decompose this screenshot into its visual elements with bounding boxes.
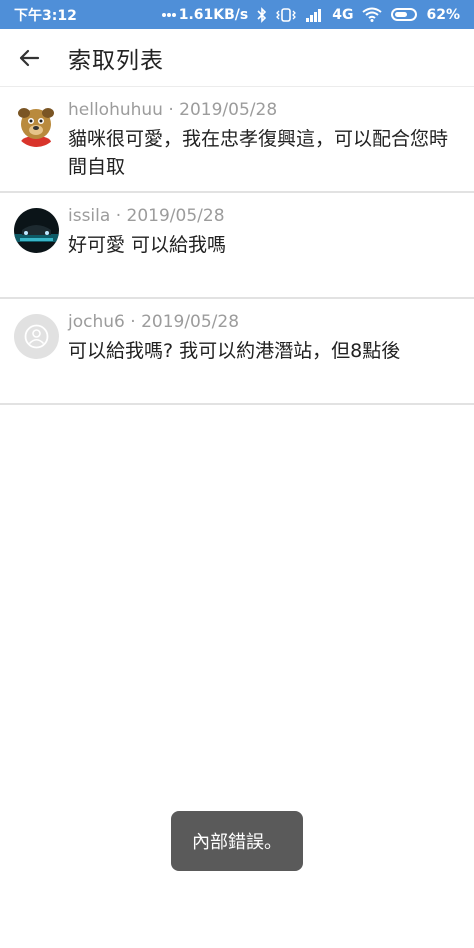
avatar[interactable] bbox=[14, 208, 59, 253]
network-speed: 1.61KB/s bbox=[178, 6, 249, 23]
avatar[interactable] bbox=[14, 102, 59, 147]
request-username: hellohuhuu bbox=[68, 100, 163, 120]
avatar[interactable] bbox=[14, 314, 59, 359]
list-item[interactable]: hellohuhuu · 2019/05/28 貓咪很可愛，我在忠孝復興這，可以… bbox=[0, 87, 474, 193]
request-date: 2019/05/28 bbox=[141, 312, 240, 332]
wifi-icon bbox=[362, 7, 383, 22]
status-time: 下午3:12 bbox=[14, 7, 77, 24]
toast-text: 內部錯誤。 bbox=[192, 832, 282, 853]
battery-fill bbox=[395, 12, 407, 17]
battery-icon bbox=[391, 8, 418, 21]
status-indicators: 1.61KB/s 4G 62% bbox=[161, 6, 460, 23]
request-meta: hellohuhuu · 2019/05/28 bbox=[68, 100, 277, 120]
network-type: 4G bbox=[332, 6, 354, 23]
bluetooth-icon bbox=[257, 6, 267, 23]
request-date: 2019/05/28 bbox=[126, 206, 225, 226]
battery-percent: 62% bbox=[426, 6, 460, 23]
list-item[interactable]: jochu6 · 2019/05/28 可以給我嗎? 我可以約港潛站，但8點後 bbox=[0, 299, 474, 405]
meta-separator: · bbox=[168, 100, 174, 120]
request-username: jochu6 bbox=[68, 312, 125, 332]
request-meta: issila · 2019/05/28 bbox=[68, 206, 225, 226]
arrow-left-icon bbox=[19, 49, 40, 66]
dog-cartoon-avatar-icon bbox=[14, 102, 59, 147]
status-bar: 下午3:12 1.61KB/s 4G 62% bbox=[0, 0, 474, 29]
vibrate-icon bbox=[276, 7, 297, 22]
signal-icon bbox=[305, 8, 323, 22]
request-list: hellohuhuu · 2019/05/28 貓咪很可愛，我在忠孝復興這，可以… bbox=[0, 87, 474, 405]
request-message: 好可愛 可以給我嗎 bbox=[68, 234, 227, 256]
list-item[interactable]: issila · 2019/05/28 好可愛 可以給我嗎 bbox=[0, 193, 474, 299]
request-message: 可以給我嗎? 我可以約港潛站，但8點後 bbox=[68, 340, 401, 362]
more-dots-icon bbox=[161, 12, 176, 18]
app-bar: 索取列表 bbox=[0, 29, 474, 87]
meta-separator: · bbox=[130, 312, 136, 332]
page-title: 索取列表 bbox=[68, 47, 164, 74]
request-meta: jochu6 · 2019/05/28 bbox=[68, 312, 239, 332]
back-button[interactable] bbox=[0, 29, 58, 87]
car-photo-avatar-icon bbox=[14, 208, 59, 253]
request-date: 2019/05/28 bbox=[179, 100, 278, 120]
request-message: 貓咪很可愛，我在忠孝復興這，可以配合您時間自取 bbox=[68, 128, 449, 178]
request-username: issila bbox=[68, 206, 111, 226]
error-toast: 內部錯誤。 bbox=[171, 811, 303, 871]
default-person-avatar-icon bbox=[14, 314, 59, 359]
meta-separator: · bbox=[115, 206, 122, 226]
